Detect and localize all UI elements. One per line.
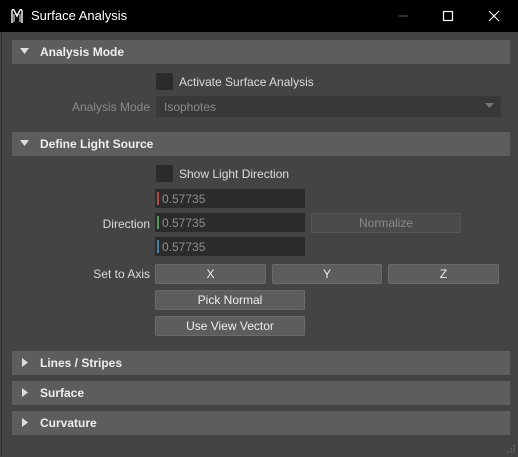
axis-z-button[interactable]: Z [388, 264, 499, 284]
pick-normal-button[interactable]: Pick Normal [155, 290, 305, 310]
direction-y-field[interactable]: 0.57735 [155, 213, 305, 232]
dropdown-arrow-icon [485, 103, 494, 108]
activate-surface-analysis-checkbox[interactable] [156, 73, 173, 90]
use-view-vector-button[interactable]: Use View Vector [155, 316, 305, 336]
section-header-analysis-mode[interactable]: Analysis Mode [12, 40, 510, 64]
expand-down-arrow-icon [20, 140, 29, 146]
normalize-button[interactable]: Normalize [311, 213, 461, 233]
direction-y-value: 0.57735 [162, 216, 206, 230]
expand-right-arrow-icon [22, 388, 28, 397]
show-light-direction-label: Show Light Direction [179, 167, 290, 181]
section-header-surface[interactable]: Surface [12, 381, 510, 405]
window-content: Analysis Mode Activate Surface Analysis … [1, 32, 518, 456]
close-button[interactable] [471, 0, 517, 32]
section-header-curvature[interactable]: Curvature [12, 411, 510, 435]
y-axis-color-bar [157, 216, 159, 229]
window-title: Surface Analysis [31, 8, 128, 23]
maximize-icon [442, 10, 454, 22]
section-title: Define Light Source [40, 137, 154, 151]
section-title: Analysis Mode [40, 45, 125, 59]
axis-y-button[interactable]: Y [272, 264, 382, 284]
axis-x-button[interactable]: X [155, 264, 266, 284]
analysis-mode-label: Analysis Mode [71, 100, 150, 114]
expand-right-arrow-icon [22, 418, 28, 427]
maximize-button[interactable] [425, 0, 471, 32]
analysis-mode-dropdown[interactable]: Isophotes [156, 96, 501, 117]
resize-grip-icon[interactable] [507, 445, 515, 453]
show-light-direction-checkbox[interactable] [156, 165, 173, 182]
activate-surface-analysis-label: Activate Surface Analysis [179, 75, 314, 89]
x-axis-color-bar [157, 192, 159, 205]
minimize-button[interactable] [380, 0, 426, 32]
direction-x-value: 0.57735 [162, 192, 206, 206]
direction-z-field[interactable]: 0.57735 [155, 237, 305, 256]
section-title: Lines / Stripes [40, 356, 123, 370]
close-icon [488, 10, 500, 22]
direction-x-field[interactable]: 0.57735 [155, 189, 305, 208]
analysis-mode-value: Isophotes [164, 100, 217, 114]
z-axis-color-bar [157, 240, 159, 253]
surface-analysis-window: Surface Analysis Analysis Mode Activate … [0, 0, 518, 457]
direction-label: Direction [102, 217, 150, 231]
maya-app-icon [11, 8, 23, 23]
set-to-axis-label: Set to Axis [93, 267, 150, 281]
expand-down-arrow-icon [20, 48, 29, 54]
section-header-define-light-source[interactable]: Define Light Source [12, 132, 510, 156]
section-header-lines-stripes[interactable]: Lines / Stripes [12, 351, 510, 375]
section-title: Curvature [40, 416, 97, 430]
minimize-icon [398, 15, 408, 17]
title-bar[interactable]: Surface Analysis [0, 0, 518, 32]
expand-right-arrow-icon [22, 358, 28, 367]
direction-z-value: 0.57735 [162, 240, 206, 254]
section-title: Surface [40, 386, 85, 400]
